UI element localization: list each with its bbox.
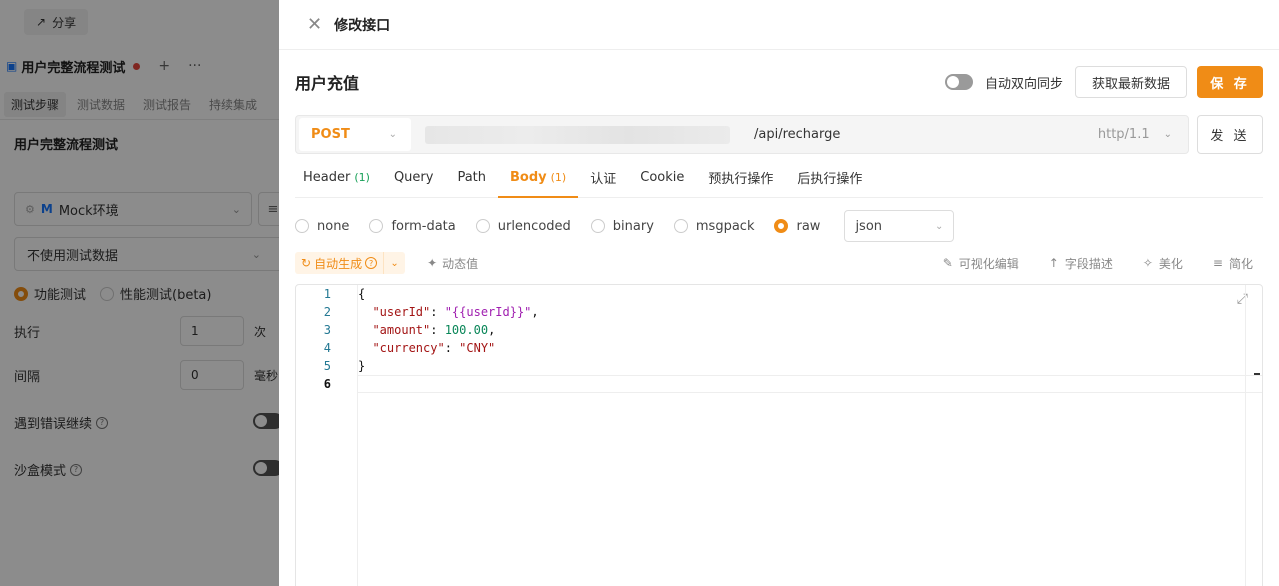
wand-icon: ✧ — [1142, 256, 1153, 270]
beautify-button[interactable]: ✧ 美化 — [1143, 255, 1183, 272]
editor-toolbar: ↻ 自动生成 ? ⌄ ✦ 动态值 ✎ 可视化编辑 ↑ 字段描述 ✧ 美化 ≡ 简化 — [295, 251, 1263, 275]
send-button[interactable]: 发 送 — [1197, 115, 1263, 154]
code-line: "amount": 100.00, — [372, 323, 496, 337]
line-number: 2 — [323, 305, 331, 319]
api-name-row: 用户充值 自动双向同步 获取最新数据 保 存 — [295, 66, 1263, 98]
visual-edit-button[interactable]: ✎ 可视化编辑 — [943, 255, 1019, 272]
close-icon[interactable]: ✕ — [307, 15, 322, 34]
url-bar: POST ⌄ /api/recharge http/1.1 ⌄ — [295, 115, 1189, 154]
http-version-select[interactable]: http/1.1 ⌄ — [1098, 127, 1188, 142]
sync-label: 自动双向同步 — [984, 76, 1063, 92]
method-select[interactable]: POST ⌄ — [299, 118, 411, 151]
edit-icon: ✎ — [942, 256, 953, 270]
dynamic-value-button[interactable]: ✦ 动态值 — [427, 255, 478, 272]
api-name: 用户充值 — [295, 74, 360, 93]
expand-icon[interactable]: ⤢ — [1237, 291, 1248, 307]
list-icon: ≡ — [1212, 256, 1223, 270]
tab-cookie[interactable]: Cookie — [628, 158, 696, 197]
sync-controls: 自动双向同步 获取最新数据 — [944, 66, 1187, 98]
body-type-urlencoded[interactable]: urlencoded — [475, 219, 571, 234]
body-type-form-data[interactable]: form-data — [369, 219, 456, 234]
url-host-blurred[interactable] — [425, 125, 730, 144]
tab-post-script[interactable]: 后执行操作 — [785, 158, 874, 197]
fetch-latest-button[interactable]: 获取最新数据 — [1074, 66, 1187, 98]
tab-path[interactable]: Path — [445, 158, 498, 197]
chevron-down-icon: ⌄ — [388, 129, 397, 140]
editor-margin-line — [1245, 285, 1246, 586]
body-type-binary[interactable]: binary — [590, 219, 654, 234]
scrollbar-marker — [1254, 373, 1260, 375]
drawer-header: ✕ 修改接口 — [279, 0, 1279, 50]
line-number: 3 — [323, 323, 331, 337]
body-type-none[interactable]: none — [295, 219, 349, 234]
edit-api-drawer: ✕ 修改接口 用户充值 自动双向同步 获取最新数据 保 存 POST ⌄ /ap… — [279, 0, 1279, 586]
line-number: 4 — [323, 341, 331, 355]
chevron-down-icon[interactable]: ⌄ — [383, 252, 406, 274]
tab-auth[interactable]: 认证 — [578, 158, 628, 197]
help-icon: ? — [365, 257, 378, 269]
code-line: "currency": "CNY" — [372, 341, 496, 355]
upload-icon: ↑ — [1048, 256, 1059, 270]
code-line: } — [358, 359, 366, 373]
tab-query[interactable]: Query — [382, 158, 446, 197]
editor-tools: ✎ 可视化编辑 ↑ 字段描述 ✧ 美化 ≡ 简化 — [943, 255, 1263, 272]
modal-overlay[interactable] — [0, 0, 279, 586]
line-gutter: 1 2 3 4 5 6 — [296, 285, 358, 586]
save-button[interactable]: 保 存 — [1197, 66, 1263, 98]
refresh-icon: ↻ — [301, 256, 312, 270]
body-type-msgpack[interactable]: msgpack — [673, 219, 754, 234]
url-path[interactable]: /api/recharge — [754, 127, 840, 142]
field-desc-button[interactable]: ↑ 字段描述 — [1049, 255, 1113, 272]
body-type-group: none form-data urlencoded binary msgpack… — [295, 210, 955, 242]
tab-pre-script[interactable]: 预执行操作 — [696, 158, 785, 197]
chevron-down-icon: ⌄ — [1163, 129, 1172, 140]
tab-body[interactable]: Body (1) — [498, 158, 579, 198]
drawer-title: 修改接口 — [334, 17, 391, 34]
code-line: { — [358, 287, 366, 301]
request-tabs: Header (1) Query Path Body (1) 认证 Cookie 预… — [295, 158, 1263, 198]
code-line: "userId": "{{userId}}", — [372, 305, 539, 319]
magic-icon: ✦ — [427, 256, 438, 270]
code-editor[interactable]: 1 2 3 4 5 6 { "userId": "{{userId}}", "a… — [295, 284, 1263, 586]
tab-header[interactable]: Header (1) — [295, 158, 382, 197]
simplify-button[interactable]: ≡ 简化 — [1213, 255, 1253, 272]
raw-format-select[interactable]: json ⌄ — [844, 210, 955, 242]
code-content[interactable]: { "userId": "{{userId}}", "amount": 100.… — [358, 285, 1262, 393]
chevron-down-icon: ⌄ — [935, 220, 944, 232]
body-type-raw[interactable]: raw — [774, 219, 820, 234]
line-number: 6 — [323, 377, 331, 391]
line-number: 5 — [323, 359, 331, 373]
line-number: 1 — [323, 287, 331, 301]
auto-generate-button[interactable]: ↻ 自动生成 ? — [295, 252, 384, 274]
code-line-current — [358, 375, 1262, 393]
sync-toggle[interactable] — [944, 74, 973, 90]
